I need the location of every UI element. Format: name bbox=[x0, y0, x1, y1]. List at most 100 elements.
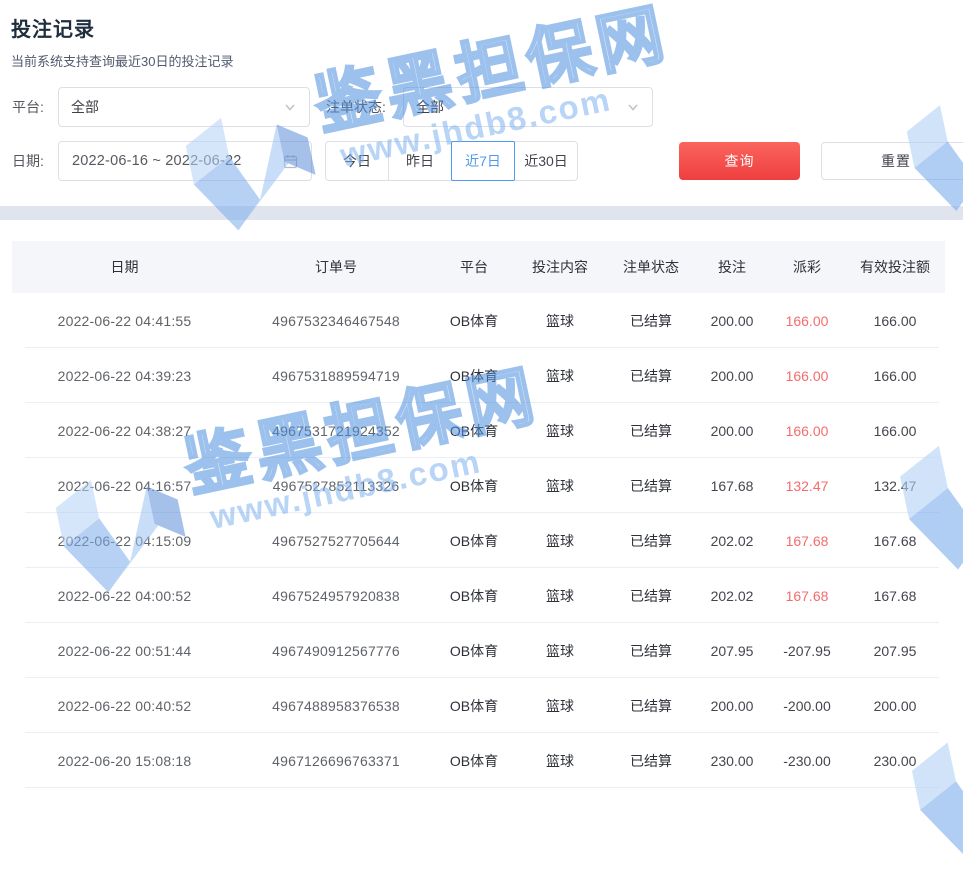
cell-platform: OB体育 bbox=[435, 696, 513, 716]
cell-order: 4967490912567776 bbox=[237, 643, 435, 659]
table-row: 2022-06-22 04:00:524967524957920838OB体育篮… bbox=[12, 568, 945, 623]
quick-range-button[interactable]: 近30日 bbox=[514, 141, 578, 181]
cell-valid: 166.00 bbox=[845, 423, 945, 439]
table-header-row: 日期订单号平台投注内容注单状态投注派彩有效投注额 bbox=[12, 241, 945, 293]
cell-order: 4967488958376538 bbox=[237, 698, 435, 714]
cell-order: 4967531889594719 bbox=[237, 368, 435, 384]
cell-bet: 230.00 bbox=[695, 753, 769, 769]
column-header: 日期 bbox=[12, 257, 237, 277]
cell-payout: 166.00 bbox=[769, 423, 845, 439]
status-label: 注单状态: bbox=[326, 87, 386, 127]
cell-platform: OB体育 bbox=[435, 586, 513, 606]
cell-valid: 230.00 bbox=[845, 753, 945, 769]
date-range-input[interactable]: 2022-06-16 ~ 2022-06-22 bbox=[58, 141, 312, 181]
cell-payout: 166.00 bbox=[769, 313, 845, 329]
cell-payout: 167.68 bbox=[769, 588, 845, 604]
table-row: 2022-06-22 04:38:274967531721924352OB体育篮… bbox=[12, 403, 945, 458]
table-body: 2022-06-22 04:41:554967532346467548OB体育篮… bbox=[12, 293, 945, 788]
status-select-value: 全部 bbox=[416, 97, 626, 117]
cell-date: 2022-06-22 04:15:09 bbox=[12, 533, 237, 549]
cell-content: 篮球 bbox=[513, 586, 607, 606]
platform-select[interactable]: 全部 bbox=[58, 87, 310, 127]
cell-valid: 200.00 bbox=[845, 698, 945, 714]
cell-bet: 167.68 bbox=[695, 478, 769, 494]
cell-bet: 202.02 bbox=[695, 588, 769, 604]
cell-payout: 166.00 bbox=[769, 368, 845, 384]
cell-valid: 132.47 bbox=[845, 478, 945, 494]
cell-valid: 166.00 bbox=[845, 368, 945, 384]
cell-status: 已结算 bbox=[607, 476, 695, 496]
cell-payout: -200.00 bbox=[769, 698, 845, 714]
cell-date: 2022-06-22 04:00:52 bbox=[12, 588, 237, 604]
query-button[interactable]: 查询 bbox=[679, 142, 800, 180]
cell-content: 篮球 bbox=[513, 421, 607, 441]
table-row: 2022-06-22 00:40:524967488958376538OB体育篮… bbox=[12, 678, 945, 733]
column-header: 注单状态 bbox=[607, 257, 695, 277]
cell-valid: 207.95 bbox=[845, 643, 945, 659]
platform-select-value: 全部 bbox=[71, 97, 283, 117]
cell-content: 篮球 bbox=[513, 366, 607, 386]
reset-button[interactable]: 重置 bbox=[821, 142, 963, 180]
cell-date: 2022-06-22 00:40:52 bbox=[12, 698, 237, 714]
column-header: 投注 bbox=[695, 257, 769, 277]
cell-order: 4967126696763371 bbox=[237, 753, 435, 769]
cell-date: 2022-06-20 15:08:18 bbox=[12, 753, 237, 769]
cell-content: 篮球 bbox=[513, 531, 607, 551]
cell-order: 4967524957920838 bbox=[237, 588, 435, 604]
quick-range-button[interactable]: 今日 bbox=[325, 141, 389, 181]
cell-platform: OB体育 bbox=[435, 641, 513, 661]
page-subtitle: 当前系统支持查询最近30日的投注记录 bbox=[11, 51, 233, 70]
cell-platform: OB体育 bbox=[435, 476, 513, 496]
cell-payout: -230.00 bbox=[769, 753, 845, 769]
section-divider-band bbox=[0, 206, 963, 220]
column-header: 投注内容 bbox=[513, 257, 607, 277]
cell-platform: OB体育 bbox=[435, 311, 513, 331]
cell-status: 已结算 bbox=[607, 641, 695, 661]
cell-status: 已结算 bbox=[607, 366, 695, 386]
cell-status: 已结算 bbox=[607, 586, 695, 606]
cell-payout: 132.47 bbox=[769, 478, 845, 494]
cell-order: 4967527852113326 bbox=[237, 478, 435, 494]
bet-records-table: 日期订单号平台投注内容注单状态投注派彩有效投注额 2022-06-22 04:4… bbox=[12, 241, 945, 788]
cell-status: 已结算 bbox=[607, 696, 695, 716]
cell-content: 篮球 bbox=[513, 476, 607, 496]
platform-label: 平台: bbox=[12, 87, 44, 127]
cell-order: 4967527527705644 bbox=[237, 533, 435, 549]
cell-date: 2022-06-22 04:38:27 bbox=[12, 423, 237, 439]
calendar-icon bbox=[283, 154, 298, 169]
cell-valid: 167.68 bbox=[845, 588, 945, 604]
cell-status: 已结算 bbox=[607, 751, 695, 771]
cell-bet: 202.02 bbox=[695, 533, 769, 549]
table-row: 2022-06-22 00:51:444967490912567776OB体育篮… bbox=[12, 623, 945, 678]
column-header: 平台 bbox=[435, 257, 513, 277]
cell-bet: 200.00 bbox=[695, 368, 769, 384]
cell-bet: 200.00 bbox=[695, 423, 769, 439]
cell-platform: OB体育 bbox=[435, 366, 513, 386]
quick-range-button[interactable]: 近7日 bbox=[451, 141, 515, 181]
cell-content: 篮球 bbox=[513, 696, 607, 716]
table-row: 2022-06-22 04:41:554967532346467548OB体育篮… bbox=[12, 293, 945, 348]
cell-order: 4967532346467548 bbox=[237, 313, 435, 329]
column-header: 订单号 bbox=[237, 257, 435, 277]
cell-date: 2022-06-22 04:41:55 bbox=[12, 313, 237, 329]
cell-valid: 167.68 bbox=[845, 533, 945, 549]
cell-bet: 200.00 bbox=[695, 698, 769, 714]
cell-status: 已结算 bbox=[607, 311, 695, 331]
status-select[interactable]: 全部 bbox=[403, 87, 653, 127]
table-row: 2022-06-20 15:08:184967126696763371OB体育篮… bbox=[12, 733, 945, 788]
table-row: 2022-06-22 04:16:574967527852113326OB体育篮… bbox=[12, 458, 945, 513]
cell-content: 篮球 bbox=[513, 311, 607, 331]
column-header: 派彩 bbox=[769, 257, 845, 277]
cell-order: 4967531721924352 bbox=[237, 423, 435, 439]
cell-platform: OB体育 bbox=[435, 421, 513, 441]
cell-platform: OB体育 bbox=[435, 531, 513, 551]
quick-range-button[interactable]: 昨日 bbox=[388, 141, 452, 181]
cell-date: 2022-06-22 04:16:57 bbox=[12, 478, 237, 494]
cell-platform: OB体育 bbox=[435, 751, 513, 771]
date-label: 日期: bbox=[12, 141, 44, 181]
cell-payout: 167.68 bbox=[769, 533, 845, 549]
cell-content: 篮球 bbox=[513, 641, 607, 661]
quick-range-group: 今日昨日近7日近30日 bbox=[325, 141, 578, 181]
cell-status: 已结算 bbox=[607, 421, 695, 441]
column-header: 有效投注额 bbox=[845, 257, 945, 277]
